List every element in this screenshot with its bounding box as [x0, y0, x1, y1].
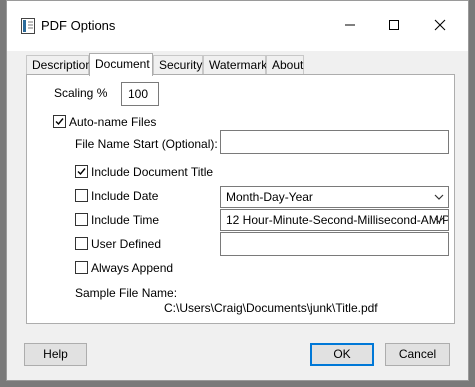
title-bar[interactable]: PDF Options [7, 1, 468, 51]
include-time-label: Include Time [91, 213, 160, 227]
sample-file-name-label: Sample File Name: [75, 286, 178, 300]
file-name-start-input[interactable] [220, 130, 449, 154]
document-icon [21, 18, 35, 34]
time-format-select[interactable]: 12 Hour-Minute-Second-Millisecond-AM/PM [220, 209, 449, 231]
checkmark-icon [55, 118, 64, 126]
close-icon [434, 19, 446, 31]
window-title: PDF Options [41, 18, 116, 33]
tab-document[interactable]: Document [89, 53, 153, 76]
checkmark-icon [77, 168, 86, 176]
file-name-start-label: File Name Start (Optional): [75, 137, 218, 151]
include-time-checkbox[interactable] [75, 213, 88, 226]
maximize-button[interactable] [382, 13, 406, 37]
chevron-down-icon [434, 217, 444, 223]
tab-security[interactable]: Security [153, 55, 203, 75]
include-title-checkbox[interactable] [75, 165, 88, 178]
user-defined-label: User Defined [91, 237, 162, 251]
minimize-icon [345, 24, 355, 26]
pdf-options-dialog: PDF Options Description Document Securit… [6, 0, 469, 381]
minimize-button[interactable] [338, 13, 362, 37]
sample-file-name-value: C:\Users\Craig\Documents\junk\Title.pdf [164, 301, 378, 315]
include-title-label: Include Document Title [91, 165, 214, 179]
scaling-label: Scaling % [54, 86, 108, 100]
time-format-value: 12 Hour-Minute-Second-Millisecond-AM/PM [226, 213, 449, 227]
chevron-down-icon [434, 194, 444, 200]
tab-description[interactable]: Description [26, 55, 92, 75]
scaling-input[interactable]: 100 [121, 82, 159, 106]
date-format-select[interactable]: Month-Day-Year [220, 186, 449, 208]
always-append-checkbox[interactable] [75, 261, 88, 274]
include-date-label: Include Date [91, 189, 159, 203]
tab-watermark[interactable]: Watermark [203, 55, 267, 75]
include-date-checkbox[interactable] [75, 189, 88, 202]
date-format-value: Month-Day-Year [226, 190, 313, 204]
help-button[interactable]: Help [24, 343, 87, 366]
auto-name-checkbox[interactable] [53, 115, 66, 128]
user-defined-checkbox[interactable] [75, 237, 88, 250]
always-append-label: Always Append [91, 261, 174, 275]
tab-about[interactable]: About [266, 55, 304, 75]
cancel-button[interactable]: Cancel [385, 343, 450, 366]
maximize-icon [389, 20, 399, 30]
close-button[interactable] [428, 13, 452, 37]
user-defined-input[interactable] [220, 232, 449, 256]
document-tab-panel: Scaling % 100 Auto-name Files File Name … [26, 74, 455, 324]
ok-button[interactable]: OK [310, 343, 374, 366]
auto-name-label: Auto-name Files [69, 115, 157, 129]
